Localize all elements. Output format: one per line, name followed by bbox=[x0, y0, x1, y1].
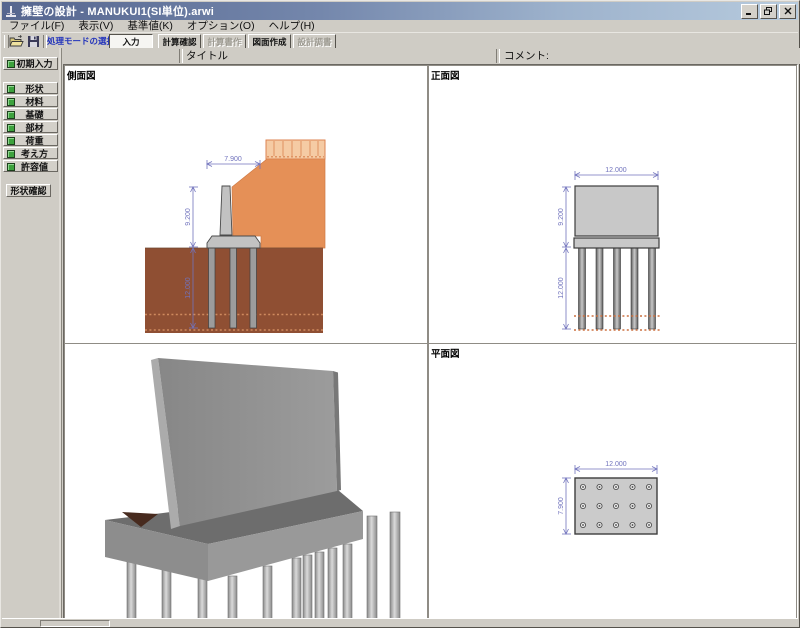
green-square-icon bbox=[7, 163, 15, 171]
front-view-label: 正面図 bbox=[431, 68, 460, 82]
dim-footing-width: 7.900 bbox=[224, 156, 242, 163]
menu-options[interactable]: オプション(O) bbox=[180, 20, 262, 32]
titlebar: 擁壁の設計 - MANUKUI1(SI単位).arwi bbox=[2, 2, 798, 20]
sidebar-item-shape[interactable]: 形状 bbox=[3, 82, 58, 94]
dim-front-wall-height: 9.200 bbox=[558, 208, 565, 226]
green-square-icon bbox=[7, 111, 15, 119]
perspective-view-panel bbox=[64, 343, 428, 620]
green-square-icon bbox=[7, 124, 15, 132]
green-square-icon bbox=[7, 60, 15, 68]
sidebar-item-material[interactable]: 材料 bbox=[3, 95, 58, 107]
menu-standards[interactable]: 基準値(K) bbox=[120, 20, 180, 32]
mode-button-input[interactable]: 入力 bbox=[109, 34, 153, 49]
status-cell bbox=[40, 620, 110, 627]
plan-view-label: 平面図 bbox=[431, 346, 460, 360]
menu-view[interactable]: 表示(V) bbox=[71, 20, 120, 32]
mode-select-label: 処理モードの選択 bbox=[47, 35, 109, 48]
front-view-panel: 正面図 bbox=[428, 65, 797, 344]
green-square-icon bbox=[7, 137, 15, 145]
drawing-area: 側面図 bbox=[63, 64, 798, 621]
shape-confirm-button[interactable]: 形状確認 bbox=[6, 184, 51, 197]
sidebar-item-member[interactable]: 部材 bbox=[3, 121, 58, 133]
dim-plan-depth: 7.900 bbox=[558, 497, 565, 515]
sidebar-item-approach[interactable]: 考え方 bbox=[3, 147, 58, 159]
mode-button-drawing[interactable]: 図面作成 bbox=[248, 34, 291, 49]
menu-file[interactable]: ファイル(F) bbox=[2, 20, 71, 32]
comment-field[interactable] bbox=[549, 50, 797, 62]
minimize-button[interactable] bbox=[741, 4, 758, 19]
mode-button-calc-check[interactable]: 計算確認 bbox=[158, 34, 201, 49]
restore-button[interactable] bbox=[760, 4, 777, 19]
perspective-view-drawing bbox=[65, 344, 427, 619]
save-button[interactable] bbox=[27, 35, 42, 48]
menubar: ファイル(F) 表示(V) 基準値(K) オプション(O) ヘルプ(H) bbox=[2, 20, 798, 32]
app-icon bbox=[4, 5, 18, 18]
green-square-icon bbox=[7, 85, 15, 93]
title-field[interactable] bbox=[229, 50, 491, 62]
title-field-label: タイトル: bbox=[186, 48, 231, 64]
plan-view-panel: 平面図 bbox=[428, 343, 797, 620]
plan-view-drawing: 12.000 7.900 bbox=[429, 344, 796, 619]
open-file-button[interactable] bbox=[9, 35, 24, 48]
comment-field-label: コメント: bbox=[504, 48, 549, 64]
green-square-icon bbox=[7, 150, 15, 158]
dim-wall-height: 9.200 bbox=[185, 208, 192, 226]
sidebar-item-load[interactable]: 荷重 bbox=[3, 134, 58, 146]
close-button[interactable] bbox=[779, 4, 796, 19]
mode-button-design-record[interactable]: 設計調書 bbox=[293, 34, 336, 49]
mode-button-report[interactable]: 計算書作成 bbox=[203, 34, 246, 49]
sidebar-item-foundation[interactable]: 基礎 bbox=[3, 108, 58, 120]
sidebar: 初期入力 形状 材料 基礎 部材 荷重 考え方 許容値 bbox=[1, 48, 62, 621]
dim-pile-length: 12.000 bbox=[185, 277, 192, 299]
dim-plan-width: 12.000 bbox=[605, 461, 627, 468]
menu-help[interactable]: ヘルプ(H) bbox=[262, 20, 322, 32]
status-bar bbox=[2, 618, 798, 626]
side-view-drawing: 7.900 9.200 12.000 bbox=[65, 66, 427, 343]
sidebar-item-allowable[interactable]: 許容値 bbox=[3, 160, 58, 172]
sidebar-item-initial-input[interactable]: 初期入力 bbox=[3, 57, 58, 70]
dim-front-width: 12.000 bbox=[605, 167, 627, 174]
green-square-icon bbox=[7, 98, 15, 106]
side-view-label: 側面図 bbox=[67, 68, 96, 82]
window-title: 擁壁の設計 - MANUKUI1(SI単位).arwi bbox=[21, 3, 214, 19]
dim-front-pile-length: 12.000 bbox=[558, 277, 565, 299]
front-view-drawing: 12.000 9.200 12.000 bbox=[429, 66, 796, 343]
app-window: 擁壁の設計 - MANUKUI1(SI単位).arwi ファイル(F) 表示(V… bbox=[0, 0, 800, 628]
field-row: タイトル: コメント: bbox=[61, 48, 800, 64]
side-view-panel: 側面図 bbox=[64, 65, 428, 344]
